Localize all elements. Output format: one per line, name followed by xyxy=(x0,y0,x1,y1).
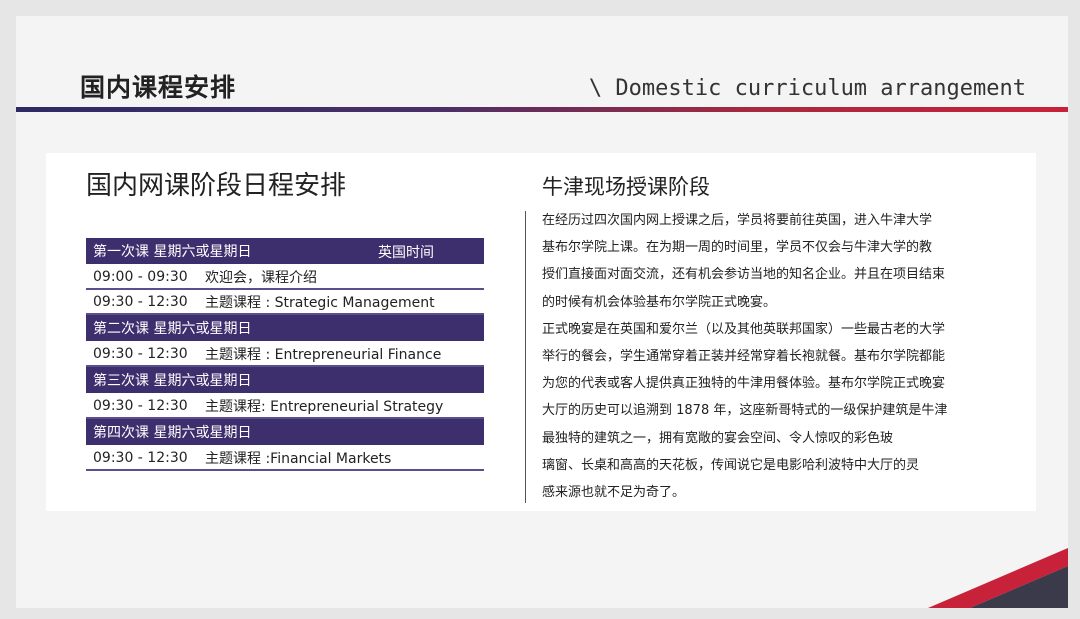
description-line: 基布尔学院上课。在为期一周的时间里，学员不仅会与牛津大学的教 xyxy=(542,240,933,256)
table-row: 09:30 - 12:30 主题课程 : Entrepreneurial Fin… xyxy=(86,342,484,367)
description-line: 在经历过四次国内网上授课之后，学员将要前往英国，进入牛津大学 xyxy=(542,213,933,228)
timezone-label: 英国时间 xyxy=(378,245,434,261)
session-heading: 第二次课 星期六或星期日 xyxy=(93,321,252,337)
slide: 国内课程安排 \ Domestic curriculum arrangement… xyxy=(16,16,1068,608)
session-heading: 第四次课 星期六或星期日 xyxy=(93,425,252,441)
description-line: 授们直接面对面交流，还有机会参访当地的知名企业。并且在项目结束 xyxy=(542,267,946,283)
session-header: 第二次课 星期六或星期日 xyxy=(86,315,484,342)
session-header: 第四次课 星期六或星期日 xyxy=(86,419,484,446)
table-row: 09:30 - 12:30 主题课程: Entrepreneurial Stra… xyxy=(86,394,484,419)
description-line: 举行的餐会，学生通常穿着正装并经常穿着长袍就餐。基布尔学院都能 xyxy=(542,349,946,365)
session-heading: 第三次课 星期六或星期日 xyxy=(93,373,252,389)
session-topic: 主题课程 :Financial Markets xyxy=(205,450,392,467)
session-topic: 主题课程 : Entrepreneurial Finance xyxy=(205,346,442,363)
session-header: 第三次课 星期六或星期日 xyxy=(86,367,484,394)
session-heading: 第一次课 星期六或星期日 xyxy=(93,244,252,260)
session-time: 09:30 - 12:30 xyxy=(93,345,188,362)
description-line: 正式晚宴是在英国和爱尔兰（以及其他英联邦国家）一些最古老的大学 xyxy=(542,321,946,337)
page-subtitle: \ Domestic curriculum arrangement xyxy=(588,76,1026,101)
content-panel: 国内网课阶段日程安排 第一次课 星期六或星期日 英国时间 09:00 - 09:… xyxy=(46,153,1036,511)
session-time: 09:30 - 12:30 xyxy=(93,293,188,310)
session-time: 09:30 - 12:30 xyxy=(93,449,188,466)
session-header: 第一次课 星期六或星期日 英国时间 xyxy=(86,238,484,265)
oxford-section-title: 牛津现场授课阶段 xyxy=(542,175,710,199)
session-topic: 欢迎会，课程介绍 xyxy=(205,269,317,286)
table-row: 09:30 - 12:30 主题课程 : Strategic Managemen… xyxy=(86,290,484,315)
description-line: 最独特的建筑之一，拥有宽敞的宴会空间、令人惊叹的彩色玻 xyxy=(542,430,894,446)
schedule-table: 第一次课 星期六或星期日 英国时间 09:00 - 09:30 欢迎会，课程介绍… xyxy=(86,238,484,471)
schedule-title: 国内网课阶段日程安排 xyxy=(86,171,347,201)
description-line: 为您的代表或客人提供真正独特的牛津用餐体验。基布尔学院正式晚宴 xyxy=(542,376,946,392)
description-line: 璃窗、长桌和高高的天花板，传闻说它是电影哈利波特中大厅的灵 xyxy=(542,457,920,473)
session-time: 09:00 - 09:30 xyxy=(93,268,188,285)
description-line: 的时候有机会体验基布尔学院正式晚宴。 xyxy=(542,294,777,310)
description-line: 感来源也就不足为奇了。 xyxy=(542,485,686,501)
session-topic: 主题课程 : Strategic Management xyxy=(205,294,435,311)
oxford-description: 在经历过四次国内网上授课之后，学员将要前往英国，进入牛津大学 基布尔学院上课。在… xyxy=(542,207,1002,506)
header-divider xyxy=(16,107,1068,112)
session-time: 09:30 - 12:30 xyxy=(93,397,188,414)
vertical-divider xyxy=(525,211,526,503)
corner-decoration xyxy=(928,548,1068,608)
page-title: 国内课程安排 xyxy=(80,73,237,102)
table-row: 09:30 - 12:30 主题课程 :Financial Markets xyxy=(86,446,484,471)
table-row: 09:00 - 09:30 欢迎会，课程介绍 xyxy=(86,265,484,290)
description-line: 大厅的历史可以追溯到 1878 年，这座新哥特式的一级保护建筑是牛津 xyxy=(542,403,948,419)
session-topic: 主题课程: Entrepreneurial Strategy xyxy=(205,398,444,415)
